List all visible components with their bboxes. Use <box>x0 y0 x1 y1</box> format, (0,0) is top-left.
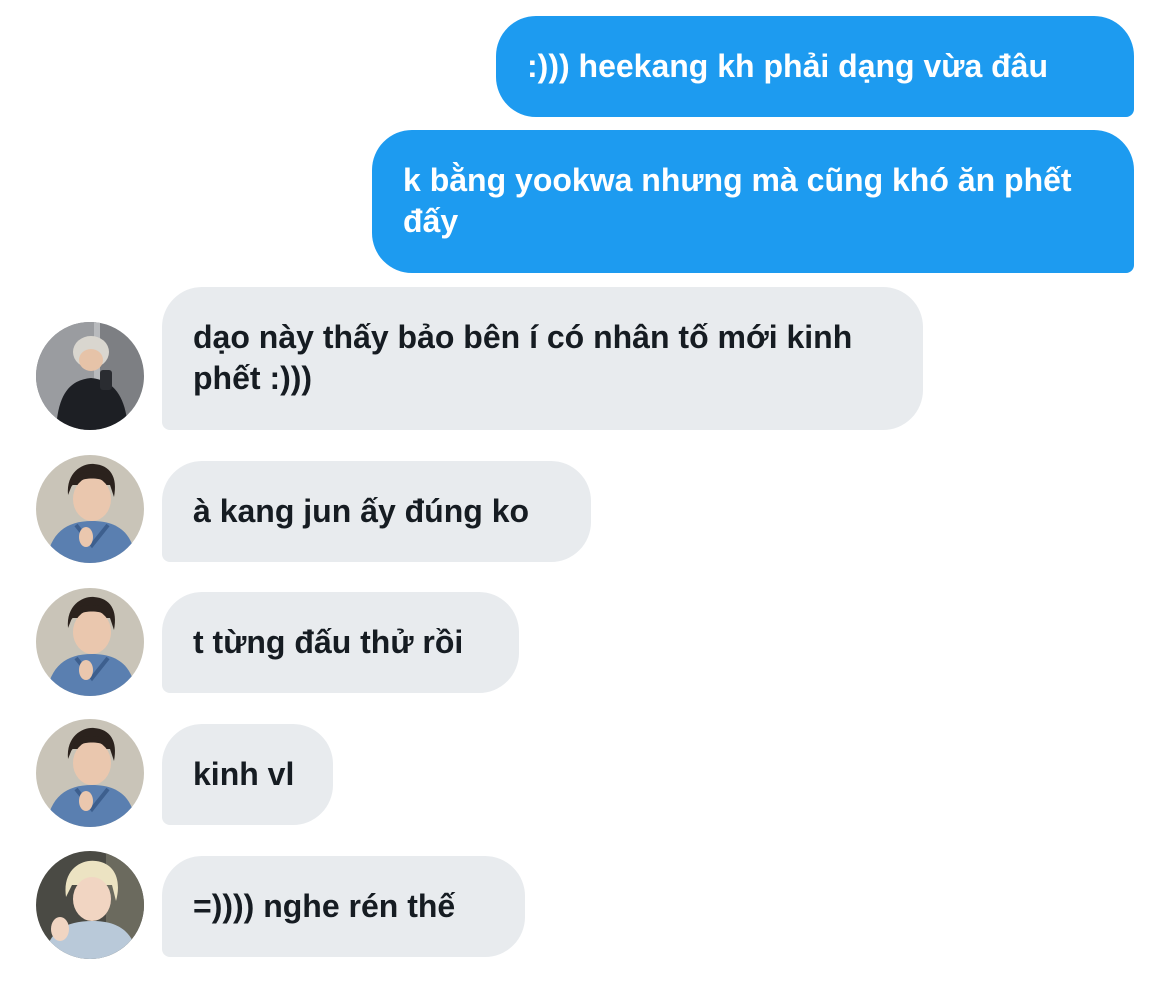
message-text: t từng đấu thử rồi <box>193 624 464 660</box>
message-text: k bằng yookwa nhưng mà cũng khó ăn phết … <box>403 162 1072 239</box>
outgoing-message-bubble[interactable]: :))) heekang kh phải dạng vừa đâu <box>496 16 1134 117</box>
message-text: à kang jun ấy đúng ko <box>193 493 530 529</box>
user-avatar[interactable] <box>36 588 144 696</box>
incoming-message-bubble[interactable]: à kang jun ấy đúng ko <box>162 461 591 562</box>
user-avatar[interactable] <box>36 455 144 563</box>
message-text: kinh vl <box>193 756 295 792</box>
incoming-message-bubble[interactable]: =)))) nghe rén thế <box>162 856 525 957</box>
incoming-message-bubble[interactable]: t từng đấu thử rồi <box>162 592 519 693</box>
message-text: dạo này thấy bảo bên í có nhân tố mới ki… <box>193 319 853 396</box>
user-avatar[interactable] <box>36 851 144 959</box>
incoming-message-bubble[interactable]: dạo này thấy bảo bên í có nhân tố mới ki… <box>162 287 923 430</box>
user-avatar-denim-jacket-icon <box>36 455 144 563</box>
user-avatar[interactable] <box>36 322 144 430</box>
user-avatar-denim-jacket-icon <box>36 588 144 696</box>
outgoing-message-bubble[interactable]: k bằng yookwa nhưng mà cũng khó ăn phết … <box>372 130 1134 273</box>
user-avatar-dark-jacket-icon <box>36 322 144 430</box>
message-text: =)))) nghe rén thế <box>193 888 456 924</box>
message-text: :))) heekang kh phải dạng vừa đâu <box>527 48 1049 84</box>
user-avatar-denim-jacket-icon <box>36 719 144 827</box>
user-avatar-blond-hair-icon <box>36 851 144 959</box>
chat-thread: :))) heekang kh phải dạng vừa đâu k bằng… <box>0 0 1170 981</box>
user-avatar[interactable] <box>36 719 144 827</box>
incoming-message-bubble[interactable]: kinh vl <box>162 724 333 825</box>
